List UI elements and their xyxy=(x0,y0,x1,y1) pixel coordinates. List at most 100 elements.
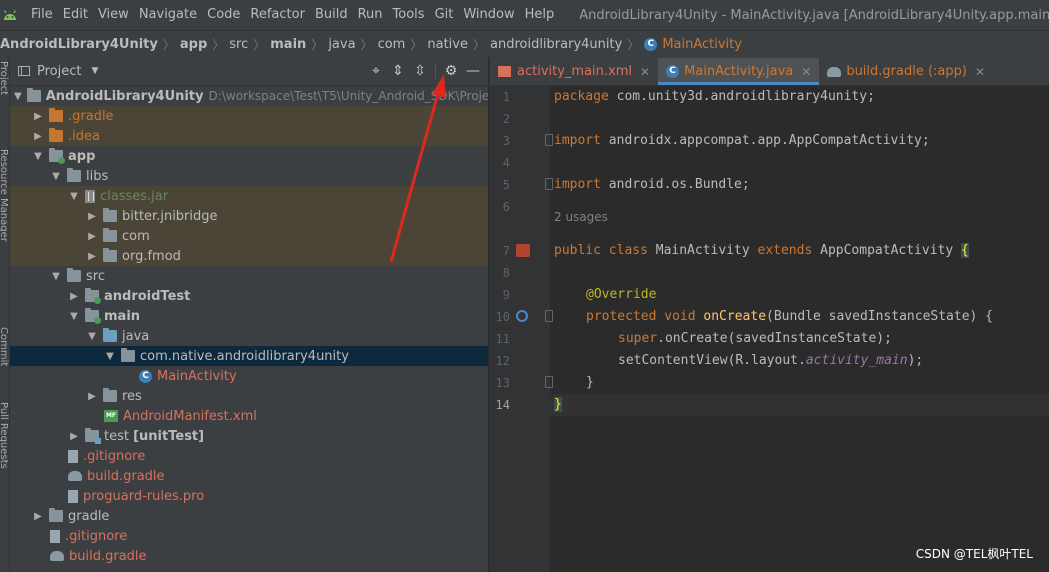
tree-row-org-fmod[interactable]: ▶ org.fmod xyxy=(10,246,488,266)
menu-code[interactable]: Code xyxy=(202,0,245,30)
code-editor[interactable]: package com.unity3d.androidlibrary4unity… xyxy=(550,86,1049,572)
menu-window[interactable]: Window xyxy=(458,0,519,30)
code-text: com.unity3d.androidlibrary4unity; xyxy=(608,89,875,104)
run-activity-icon[interactable] xyxy=(516,244,530,257)
expand-all-icon[interactable]: ⇕ xyxy=(387,61,409,81)
tree-row-main[interactable]: ▼ main xyxy=(10,306,488,326)
minimize-icon[interactable]: — xyxy=(462,61,484,81)
tree-row-package[interactable]: ▼ com.native.androidlibrary4unity xyxy=(10,346,488,366)
menu-git[interactable]: Git xyxy=(430,0,459,30)
menu-tools[interactable]: Tools xyxy=(388,0,430,30)
line-number: 13 xyxy=(495,376,510,390)
menu-navigate[interactable]: Navigate xyxy=(134,0,202,30)
menu-help[interactable]: Help xyxy=(520,0,560,30)
strip-tab-pull-requests[interactable]: Pull Requests xyxy=(0,402,9,492)
menu-edit[interactable]: Edit xyxy=(58,0,93,30)
folder-icon xyxy=(49,108,63,122)
strip-tab-commit[interactable]: Commit xyxy=(0,327,9,382)
resource-folder-icon xyxy=(103,388,117,402)
tree-row-src[interactable]: ▼ src xyxy=(10,266,488,286)
chevron-right-icon: ▶ xyxy=(34,510,42,522)
gradle-icon xyxy=(50,551,64,561)
override-method-icon[interactable] xyxy=(516,310,528,322)
breadcrumb-item-active[interactable]: C MainActivity xyxy=(644,37,742,52)
project-view-selector[interactable]: Project ▼ xyxy=(18,64,98,79)
breadcrumb-item[interactable]: java xyxy=(328,37,355,52)
tree-row-gitignore-app[interactable]: .gitignore xyxy=(10,446,488,466)
project-panel-header: Project ▼ ⌖ ⇕ ⇳ ⚙ — xyxy=(10,57,488,86)
tree-row-idea[interactable]: ▶ .idea xyxy=(10,126,488,146)
menu-run[interactable]: Run xyxy=(353,0,388,30)
chevron-down-icon: ▼ xyxy=(70,190,78,202)
project-window-icon xyxy=(18,66,30,76)
code-text: MainActivity xyxy=(647,243,758,258)
close-icon[interactable]: ✕ xyxy=(975,65,985,79)
code-line: protected void onCreate(Bundle savedInst… xyxy=(586,306,1049,328)
collapse-all-icon[interactable]: ⇳ xyxy=(409,61,431,81)
tree-row-gradle[interactable]: ▶ gradle xyxy=(10,506,488,526)
folder-icon xyxy=(49,508,63,522)
breadcrumb-item[interactable]: src xyxy=(229,37,248,52)
project-tree: ▼ AndroidLibrary4Unity D:\workspace\Test\T… xyxy=(10,86,488,566)
tree-row-classes-jar[interactable]: ▼ classes.jar xyxy=(10,186,488,206)
breadcrumb: AndroidLibrary4Unity 〉 app 〉 src 〉 main 〉 ja… xyxy=(0,30,1049,58)
package-folder-icon xyxy=(121,348,135,362)
code-keyword: protected void xyxy=(586,309,696,324)
tab-activity-main-xml[interactable]: activity_main.xml ✕ xyxy=(490,58,658,85)
tree-item-label: gradle xyxy=(68,508,110,524)
breadcrumb-item[interactable]: main xyxy=(270,37,306,52)
chevron-down-icon: ▼ xyxy=(52,170,60,182)
menu-build[interactable]: Build xyxy=(310,0,353,30)
tree-row-app[interactable]: ▼ app xyxy=(10,146,488,166)
strip-tab-project[interactable]: Project xyxy=(0,61,9,111)
tree-item-label: app xyxy=(68,148,96,164)
tree-row-proguard[interactable]: proguard-rules.pro xyxy=(10,486,488,506)
tree-row-libs[interactable]: ▼ libs xyxy=(10,166,488,186)
tree-row-res[interactable]: ▶ res xyxy=(10,386,488,406)
tab-build-gradle-app[interactable]: build.gradle (:app) ✕ xyxy=(819,58,993,85)
chevron-right-icon: 〉 xyxy=(360,37,373,52)
code-text: AppCompatActivity xyxy=(812,243,962,258)
tree-row-android-test[interactable]: ▶ androidTest xyxy=(10,286,488,306)
chevron-down-icon: ▼ xyxy=(106,350,114,362)
chevron-right-icon: ▶ xyxy=(88,390,96,402)
tree-row-build-gradle-app[interactable]: build.gradle xyxy=(10,466,488,486)
folder-icon xyxy=(67,168,81,182)
select-opened-file-icon[interactable]: ⌖ xyxy=(365,61,387,81)
menu-bar: File Edit View Navigate Code Refactor Bu… xyxy=(0,0,1049,30)
file-icon xyxy=(50,529,60,543)
code-line: @Override xyxy=(586,284,1049,306)
project-panel: Project ▼ ⌖ ⇕ ⇳ ⚙ — ▼ AndroidLibrary4Unit… xyxy=(10,57,488,572)
tree-row-test[interactable]: ▶ test [unitTest] xyxy=(10,426,488,446)
menu-file[interactable]: File xyxy=(26,0,58,30)
tree-row-java[interactable]: ▼ java xyxy=(10,326,488,346)
breadcrumb-item[interactable]: native xyxy=(427,37,468,52)
code-text: (Bundle savedInstanceState) { xyxy=(766,309,994,324)
menu-view[interactable]: View xyxy=(93,0,134,30)
tab-main-activity-java[interactable]: C MainActivity.java ✕ xyxy=(658,58,820,85)
close-icon[interactable]: ✕ xyxy=(801,65,811,79)
breadcrumb-item[interactable]: com xyxy=(378,37,406,52)
tree-row-root[interactable]: ▼ AndroidLibrary4Unity D:\workspace\Test\T… xyxy=(10,86,488,106)
module-folder-icon xyxy=(49,148,65,164)
source-set-folder-icon xyxy=(85,288,101,304)
usages-hint[interactable]: 2 usages xyxy=(554,208,1049,226)
tree-row-manifest[interactable]: MF AndroidManifest.xml xyxy=(10,406,488,426)
breadcrumb-item[interactable]: AndroidLibrary4Unity xyxy=(0,37,158,52)
tree-row-gitignore-root[interactable]: .gitignore xyxy=(10,526,488,546)
tree-row-main-activity[interactable]: C MainActivity xyxy=(10,366,488,386)
code-line: import android.os.Bundle; xyxy=(554,174,1049,196)
file-icon xyxy=(68,489,78,503)
code-brace: } xyxy=(554,397,562,412)
line-number: 12 xyxy=(495,354,510,368)
tree-row-com[interactable]: ▶ com xyxy=(10,226,488,246)
breadcrumb-item[interactable]: app xyxy=(180,37,207,52)
tree-row-build-gradle-root[interactable]: build.gradle xyxy=(10,546,488,566)
strip-tab-resource-manager[interactable]: Resource Manager xyxy=(0,149,9,289)
tree-row-bitter[interactable]: ▶ bitter.jnibridge xyxy=(10,206,488,226)
gear-icon[interactable]: ⚙ xyxy=(440,61,462,81)
breadcrumb-item[interactable]: androidlibrary4unity xyxy=(490,37,622,52)
tree-row-gradle-dir[interactable]: ▶ .gradle xyxy=(10,106,488,126)
close-icon[interactable]: ✕ xyxy=(640,65,650,79)
menu-refactor[interactable]: Refactor xyxy=(245,0,310,30)
